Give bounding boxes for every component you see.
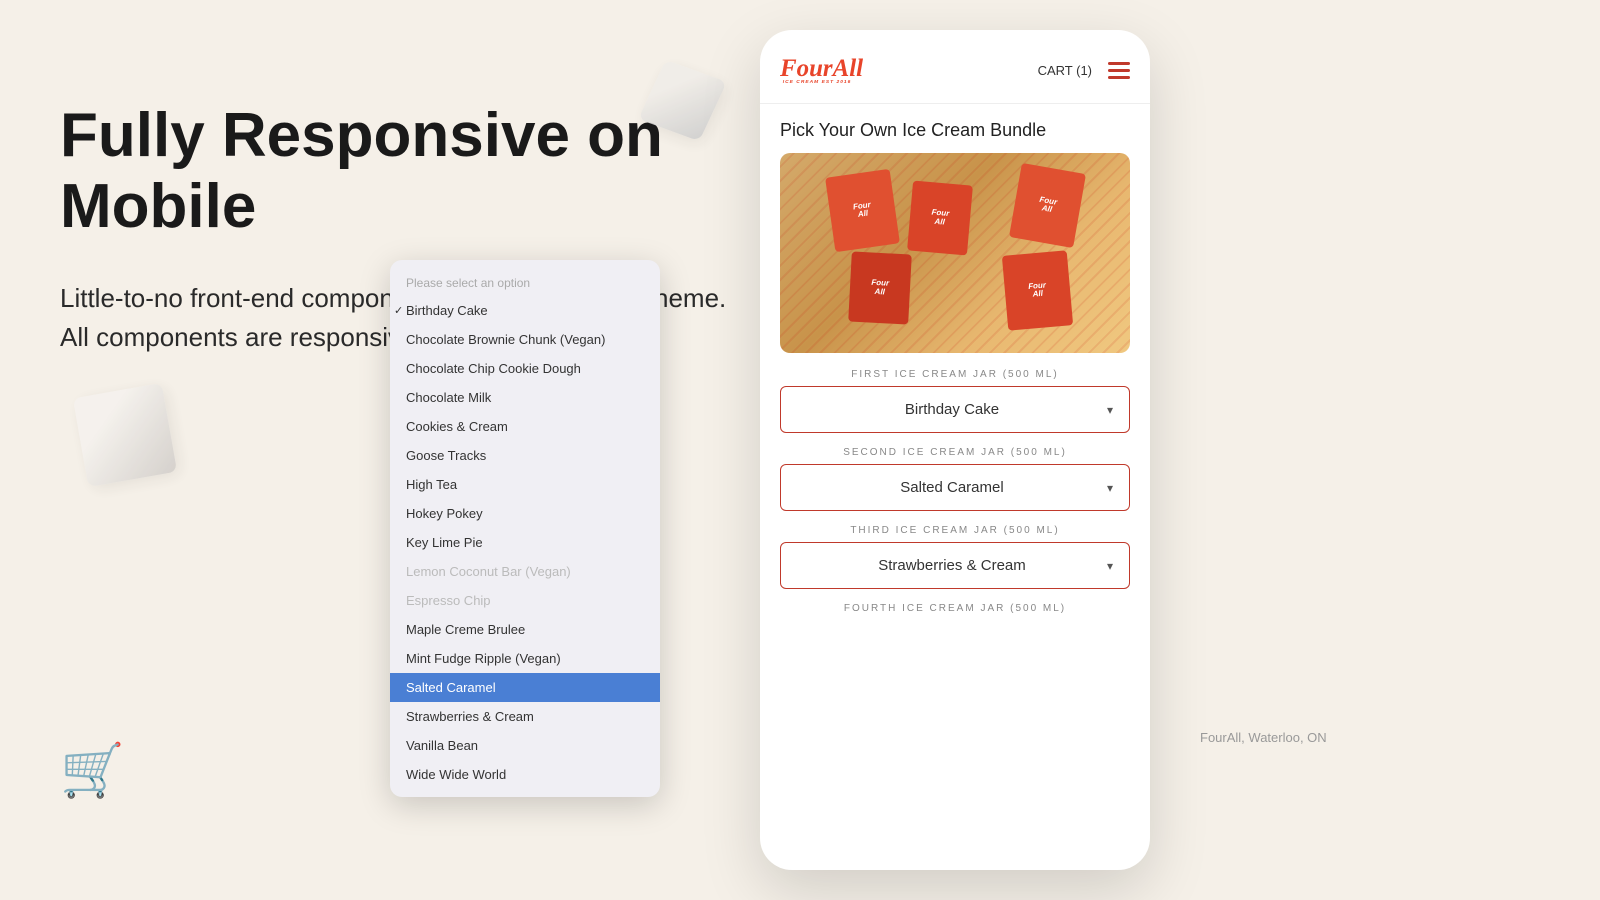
jar2-select[interactable]: Salted Caramel ▾ [780, 464, 1130, 511]
jar3-value: Strawberries & Cream [797, 557, 1107, 574]
ice-cream-box-3: FourAll [1009, 163, 1086, 248]
decorative-cube-2 [73, 383, 177, 487]
dropdown-item[interactable]: Strawberries & Cream [390, 702, 660, 731]
dropdown-item[interactable]: Salted Caramel [390, 673, 660, 702]
brand-logo: FourAll ICE CREAM EST 2016 [780, 48, 870, 93]
dropdown-item[interactable]: Chocolate Chip Cookie Dough [390, 354, 660, 383]
hamburger-line-1 [1108, 62, 1130, 65]
svg-text:FourAll: FourAll [780, 55, 863, 82]
phone-mockup: FourAll ICE CREAM EST 2016 CART (1) Pick… [760, 30, 1150, 870]
hamburger-menu[interactable] [1108, 62, 1130, 79]
jar2-arrow-icon: ▾ [1107, 481, 1113, 495]
product-title: Pick Your Own Ice Cream Bundle [780, 120, 1130, 141]
jar3-select-wrapper: Strawberries & Cream ▾ [780, 542, 1130, 589]
jar4-label: FOURTH ICE CREAM JAR (500 ML) [780, 603, 1130, 614]
dropdown-item[interactable]: Vanilla Bean [390, 731, 660, 760]
cart-icon-area: 🛒 [60, 740, 140, 820]
hamburger-line-2 [1108, 69, 1130, 72]
jar2-label: SECOND ICE CREAM JAR (500 ML) [780, 447, 1130, 458]
brand-name: FourAll ICE CREAM EST 2016 [780, 63, 870, 94]
store-location: FourAll, Waterloo, ON [1200, 730, 1327, 745]
header-right: CART (1) [1038, 62, 1130, 79]
jar3-select[interactable]: Strawberries & Cream ▾ [780, 542, 1130, 589]
ice-cream-box-4: FourAll [848, 251, 912, 324]
fourall-logo-svg: FourAll ICE CREAM EST 2016 [780, 48, 870, 88]
dropdown-item[interactable]: Hokey Pokey [390, 499, 660, 528]
svg-text:ICE CREAM EST 2016: ICE CREAM EST 2016 [783, 79, 852, 85]
hamburger-line-3 [1108, 76, 1130, 79]
dropdown-item[interactable]: Birthday Cake [390, 296, 660, 325]
phone-body: Pick Your Own Ice Cream Bundle FourAll F… [760, 104, 1150, 870]
jar3-label: THIRD ICE CREAM JAR (500 ML) [780, 525, 1130, 536]
cart-label[interactable]: CART (1) [1038, 63, 1092, 78]
jar1-arrow-icon: ▾ [1107, 403, 1113, 417]
dropdown-item[interactable]: Maple Creme Brulee [390, 615, 660, 644]
dropdown-item[interactable]: Key Lime Pie [390, 528, 660, 557]
jar3-arrow-icon: ▾ [1107, 559, 1113, 573]
dropdown-item[interactable]: Lemon Coconut Bar (Vegan) [390, 557, 660, 586]
phone-header: FourAll ICE CREAM EST 2016 CART (1) [760, 30, 1150, 104]
ice-cream-box-2: FourAll [907, 181, 973, 256]
main-heading: Fully Responsive on Mobile [60, 100, 740, 243]
jar1-value: Birthday Cake [797, 401, 1107, 418]
dropdown-item[interactable]: Goose Tracks [390, 441, 660, 470]
dropdown-item[interactable]: Cookies & Cream [390, 412, 660, 441]
product-image: FourAll FourAll FourAll FourAll FourAll [780, 153, 1130, 353]
dropdown-item[interactable]: Mint Fudge Ripple (Vegan) [390, 644, 660, 673]
dropdown-item[interactable]: High Tea [390, 470, 660, 499]
jar2-value: Salted Caramel [797, 479, 1107, 496]
dropdown-item[interactable]: Wide Wide World [390, 760, 660, 789]
jar1-select-wrapper: Birthday Cake ▾ [780, 386, 1130, 433]
jar1-select[interactable]: Birthday Cake ▾ [780, 386, 1130, 433]
dropdown-item[interactable]: Espresso Chip [390, 586, 660, 615]
ice-cream-box-1: FourAll [825, 169, 900, 252]
jar1-label: FIRST ICE CREAM JAR (500 ML) [780, 369, 1130, 380]
jar2-select-wrapper: Salted Caramel ▾ [780, 464, 1130, 511]
dropdown-item[interactable]: Chocolate Brownie Chunk (Vegan) [390, 325, 660, 354]
dropdown-item[interactable]: Chocolate Milk [390, 383, 660, 412]
dropdown-header: Please select an option [390, 268, 660, 296]
dropdown-items-list: Birthday CakeChocolate Brownie Chunk (Ve… [390, 296, 660, 789]
shopping-cart-icon: 🛒 [60, 742, 125, 800]
ice-cream-box-5: FourAll [1002, 250, 1073, 330]
flavor-dropdown[interactable]: Please select an option Birthday CakeCho… [390, 260, 660, 797]
